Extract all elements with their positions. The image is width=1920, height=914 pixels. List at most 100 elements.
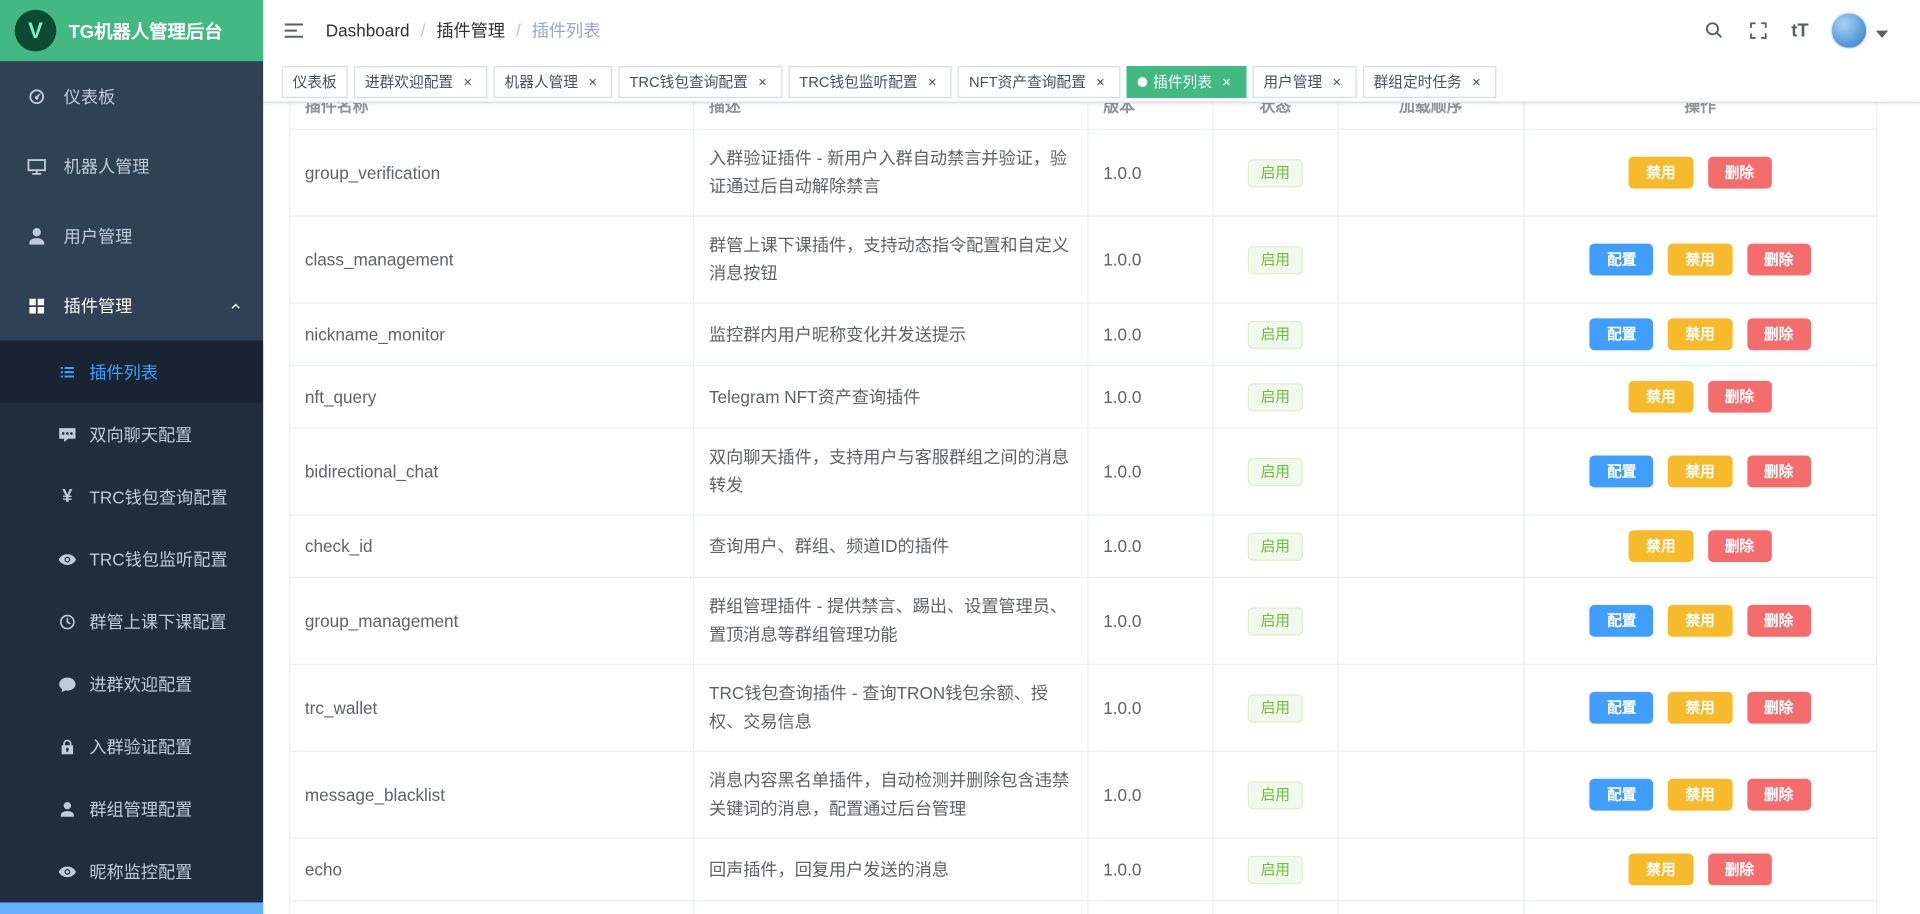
delete-button[interactable]: 删除 (1708, 157, 1772, 189)
configure-button[interactable]: 配置 (1590, 244, 1654, 276)
plugin-desc-cell: 群组管理插件 - 提供禁言、踢出、设置管理员、置顶消息等群组管理功能 (694, 577, 1088, 664)
sidebar-item-3[interactable]: 插件管理 (0, 271, 263, 341)
load-order-cell (1338, 577, 1524, 664)
sidebar-subitem-8[interactable]: 昵称监控配置 (0, 840, 263, 902)
sidebar-subitem-5[interactable]: 进群欢迎配置 (0, 653, 263, 715)
tab-close-icon[interactable]: × (1218, 73, 1235, 90)
tab-4[interactable]: TRC钱包监听配置× (788, 66, 952, 98)
disable-button[interactable]: 禁用 (1668, 605, 1732, 637)
font-size-icon[interactable]: tT (1791, 21, 1808, 39)
table-row: class_management群管上课下课插件，支持动态指令配置和自定义消息按… (290, 216, 1877, 303)
disable-button[interactable]: 禁用 (1629, 530, 1693, 562)
disable-button[interactable]: 禁用 (1629, 853, 1693, 885)
tab-close-icon[interactable]: × (754, 73, 771, 90)
tab-7[interactable]: 用户管理 × (1252, 66, 1356, 98)
app-logo-bar: V TG机器人管理后台 (0, 0, 263, 61)
sidebar-subitem-3[interactable]: TRC钱包监听配置 (0, 528, 263, 590)
configure-button[interactable]: 配置 (1590, 779, 1654, 811)
delete-button[interactable]: 删除 (1708, 381, 1772, 413)
sidebar-subitem-label: 昵称监控配置 (89, 859, 192, 883)
configure-button[interactable]: 配置 (1590, 456, 1654, 488)
configure-button[interactable]: 配置 (1590, 692, 1654, 724)
sidebar-subitem-label: 双向聊天配置 (89, 422, 192, 446)
column-header: 插件名称 (290, 103, 694, 129)
tab-1[interactable]: 进群欢迎配置 × (354, 66, 487, 98)
sidebar-subitem-6[interactable]: 入群验证配置 (0, 715, 263, 777)
app-logo-icon: V (15, 10, 57, 52)
plugin-version-cell: 1.0.0 (1088, 515, 1213, 577)
sidebar-item-label: 仪表板 (64, 84, 115, 108)
navbar-right: tT (1703, 12, 1920, 49)
disable-button[interactable]: 禁用 (1668, 779, 1732, 811)
tab-label: 进群欢迎配置 (365, 71, 453, 92)
delete-button[interactable]: 删除 (1747, 605, 1811, 637)
configure-button[interactable]: 配置 (1590, 605, 1654, 637)
breadcrumb-item[interactable]: Dashboard (326, 21, 410, 41)
tab-6[interactable]: 插件列表× (1126, 66, 1246, 98)
disable-button[interactable]: 禁用 (1629, 381, 1693, 413)
tab-close-icon[interactable]: × (924, 73, 941, 90)
sidebar-subitem-1[interactable]: 双向聊天配置 (0, 403, 263, 465)
breadcrumb-item[interactable]: 插件管理 (436, 18, 505, 42)
tab-close-icon[interactable]: × (1468, 73, 1485, 90)
tab-close-icon[interactable]: × (1092, 73, 1109, 90)
disable-button[interactable]: 禁用 (1629, 157, 1693, 189)
delete-button[interactable]: 删除 (1747, 456, 1811, 488)
disable-button[interactable]: 禁用 (1668, 692, 1732, 724)
plugin-name-cell: nickname_monitor (290, 303, 694, 365)
sidebar-item-0[interactable]: 仪表板 (0, 61, 263, 131)
disable-button[interactable]: 禁用 (1668, 244, 1732, 276)
user-menu[interactable] (1831, 12, 1889, 49)
plugin-name-cell: nft_query (290, 366, 694, 428)
plugin-status-cell: 启用 (1213, 577, 1338, 664)
load-order-cell (1338, 216, 1524, 303)
hamburger-icon[interactable] (282, 18, 306, 42)
search-icon[interactable] (1703, 20, 1725, 42)
sidebar-item-partial[interactable] (0, 902, 263, 914)
plugin-version-cell: 1.0.0 (1088, 838, 1213, 900)
tags-view: 仪表板进群欢迎配置×机器人管理×TRC钱包查询配置×TRC钱包监听配置×NFT资… (263, 61, 1920, 103)
sidebar-subitem-2[interactable]: ¥TRC钱包查询配置 (0, 465, 263, 527)
navbar: Dashboard/插件管理/插件列表 tT (263, 0, 1920, 61)
sidebar-subitem-0[interactable]: 插件列表 (0, 340, 263, 402)
configure-button[interactable]: 配置 (1590, 318, 1654, 350)
breadcrumb-item: 插件列表 (532, 18, 601, 42)
tab-2[interactable]: 机器人管理× (494, 66, 613, 98)
delete-button[interactable]: 删除 (1747, 244, 1811, 276)
delete-button[interactable]: 删除 (1747, 318, 1811, 350)
delete-button[interactable]: 删除 (1708, 530, 1772, 562)
disable-button[interactable]: 禁用 (1668, 318, 1732, 350)
column-header: 版本 (1088, 103, 1213, 129)
tab-label: 仪表板 (293, 71, 337, 92)
fullscreen-icon[interactable] (1747, 20, 1769, 42)
plugin-name-cell: group_verification (290, 129, 694, 216)
tab-3[interactable]: TRC钱包查询配置× (618, 66, 782, 98)
plugin-desc-cell: 查询用户、群组、频道ID的插件 (694, 515, 1088, 577)
sidebar-subitem-label: TRC钱包查询配置 (89, 484, 227, 508)
disable-button[interactable]: 禁用 (1668, 456, 1732, 488)
sidebar-item-2[interactable]: 用户管理 (0, 201, 263, 271)
plugin-status-cell: 启用 (1213, 366, 1338, 428)
load-order-cell (1338, 664, 1524, 751)
app-title: TG机器人管理后台 (69, 18, 223, 44)
sidebar-subitem-4[interactable]: 群管上课下课配置 (0, 590, 263, 652)
plugin-version-cell: 1.0.0 (1088, 751, 1213, 838)
sidebar-subitem-7[interactable]: 群组管理配置 (0, 778, 263, 840)
column-header: 加载顺序 (1338, 103, 1524, 129)
delete-button[interactable]: 删除 (1747, 779, 1811, 811)
plugin-desc-cell: 群管上课下课插件，支持动态指令配置和自定义消息按钮 (694, 216, 1088, 303)
avatar[interactable] (1831, 12, 1868, 49)
tab-5[interactable]: NFT资产查询配置× (958, 66, 1120, 98)
sidebar-subitem-label: 入群验证配置 (89, 734, 192, 758)
sidebar-item-label: 机器人管理 (64, 154, 150, 178)
status-badge: 启用 (1248, 533, 1302, 561)
tab-8[interactable]: 群组定时任务× (1363, 66, 1496, 98)
tab-close-icon[interactable]: × (584, 73, 601, 90)
tab-close-icon[interactable]: × (459, 73, 476, 90)
tab-label: 用户管理 (1263, 71, 1322, 92)
tab-0[interactable]: 仪表板 (282, 66, 348, 98)
sidebar-item-1[interactable]: 机器人管理 (0, 131, 263, 201)
delete-button[interactable]: 删除 (1747, 692, 1811, 724)
delete-button[interactable]: 删除 (1708, 853, 1772, 885)
tab-close-icon[interactable]: × (1328, 73, 1345, 90)
